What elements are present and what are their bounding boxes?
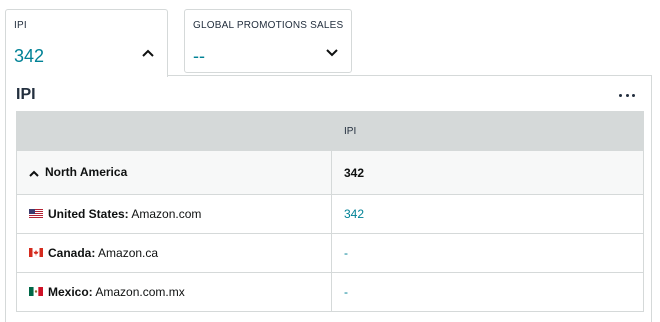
more-options-icon[interactable] [619, 91, 635, 99]
table-row: Canada: Amazon.ca - [16, 233, 644, 273]
mx-flag-icon [29, 287, 43, 297]
marketplace-cell: Canada: Amazon.ca [16, 233, 332, 273]
marketplace-name: Amazon.ca [98, 246, 159, 260]
panel-title: IPI [16, 86, 36, 103]
table-row: Mexico: Amazon.com.mx - [16, 272, 644, 312]
marketplace-name: Amazon.com.mx [95, 285, 185, 299]
caret-up-icon[interactable] [29, 166, 39, 180]
region-name-cell[interactable]: North America [16, 150, 332, 195]
marketplace-value[interactable]: 342 [331, 194, 644, 234]
promotions-card-label: GLOBAL PROMOTIONS SALES [193, 20, 344, 31]
table-header-row: IPI [16, 111, 644, 151]
ipi-card-value: 342 [14, 46, 45, 66]
marketplace-name: Amazon.com [131, 207, 202, 221]
marketplace-value[interactable]: - [331, 233, 644, 273]
table-row: United States: Amazon.com 342 [16, 194, 644, 234]
chevron-up-icon[interactable] [141, 46, 155, 60]
marketplace-value[interactable]: - [331, 272, 644, 312]
promotions-metric-card[interactable]: GLOBAL PROMOTIONS SALES -- [184, 9, 352, 73]
country-name: Canada: [48, 246, 96, 260]
marketplace-cell: United States: Amazon.com [16, 194, 332, 234]
ipi-card-label: IPI [14, 20, 27, 31]
marketplace-column-header [16, 111, 332, 151]
promotions-card-value: -- [193, 46, 205, 66]
ipi-detail-panel: IPI IPI North America 342 United States:… [5, 75, 652, 322]
chevron-down-icon[interactable] [325, 46, 339, 60]
marketplace-table: IPI North America 342 United States: Ama… [16, 111, 644, 312]
country-name: United States: [48, 207, 129, 221]
us-flag-icon [29, 209, 43, 219]
region-row[interactable]: North America 342 [16, 150, 644, 195]
country-name: Mexico: [48, 285, 93, 299]
marketplace-cell: Mexico: Amazon.com.mx [16, 272, 332, 312]
ca-flag-icon [29, 248, 43, 258]
ipi-metric-card[interactable]: IPI 342 [5, 9, 168, 77]
region-value: 342 [331, 150, 644, 195]
ipi-column-header: IPI [331, 111, 644, 151]
region-name: North America [45, 165, 128, 180]
